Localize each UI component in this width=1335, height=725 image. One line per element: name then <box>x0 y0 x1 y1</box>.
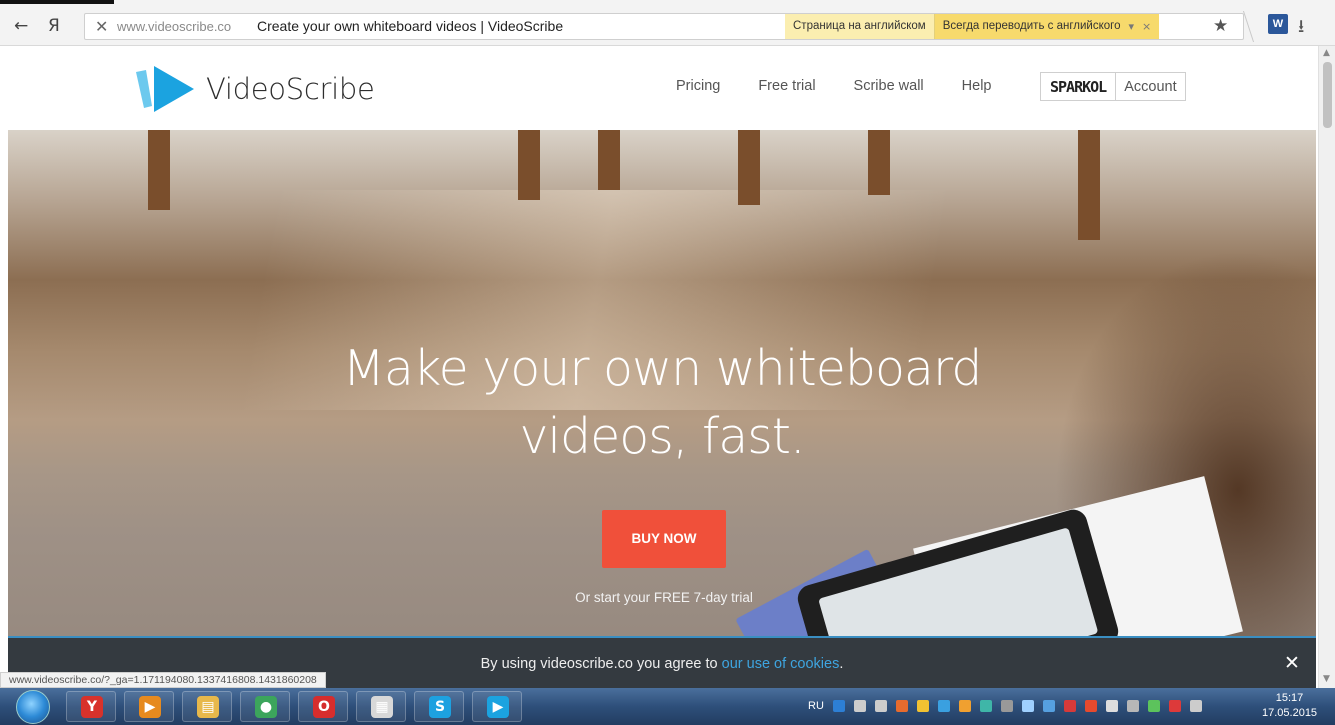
buy-now-button[interactable]: BUY NOW <box>602 510 726 568</box>
tray-icon[interactable] <box>1147 700 1160 712</box>
cookie-policy-link[interactable]: our use of cookies <box>722 656 840 672</box>
chair-leg <box>868 130 890 195</box>
tray-icon[interactable] <box>916 700 929 712</box>
translate-always-label: Всегда переводить с английского <box>942 20 1121 32</box>
page-scrollbar[interactable]: ▲ ▼ <box>1318 46 1335 688</box>
scroll-up-icon[interactable]: ▲ <box>1323 48 1330 58</box>
url-domain: www.videoscribe.co <box>117 19 232 34</box>
chair-leg <box>1078 130 1100 240</box>
sparkol-account-box: SPARKOL Account <box>1040 72 1186 101</box>
hero-headline-line-2: videos, fast. <box>519 408 805 465</box>
taskbar-app-file-explorer[interactable]: ▤ <box>182 691 232 722</box>
translate-page-language[interactable]: Страница на английском <box>785 14 935 39</box>
hero-headline: Make your own whiteboard videos, fast. <box>8 335 1316 471</box>
bookmark-star-icon[interactable]: ★ <box>1213 16 1228 36</box>
free-trial-link[interactable]: Or start your FREE 7-day trial <box>8 590 1316 605</box>
opera-icon: O <box>313 696 335 718</box>
chrome-icon: ● <box>255 696 277 718</box>
yandex-home-button[interactable]: Я <box>48 16 60 36</box>
tray-icon[interactable] <box>1084 700 1097 712</box>
tray-icon[interactable] <box>1168 700 1181 712</box>
nav-scribe-wall[interactable]: Scribe wall <box>854 78 924 94</box>
download-icon[interactable]: ⭳ <box>1298 14 1304 44</box>
address-bar-divider <box>1227 11 1255 42</box>
address-bar[interactable]: ✕ www.videoscribe.co Create your own whi… <box>84 11 1255 42</box>
main-nav: Pricing Free trial Scribe wall Help <box>676 78 1029 94</box>
page-title: Create your own whiteboard videos | Vide… <box>257 18 564 34</box>
taskbar-app-opera[interactable]: O <box>298 691 348 722</box>
sparkol-logo[interactable]: SPARKOL <box>1041 73 1117 100</box>
videoscribe-logo[interactable]: VideoScribe <box>136 66 375 112</box>
chair-leg <box>738 130 760 205</box>
nav-help[interactable]: Help <box>962 78 992 94</box>
account-link[interactable]: Account <box>1116 73 1184 100</box>
chair-leg <box>598 130 620 190</box>
app-grid-icon: ▦ <box>371 696 393 718</box>
language-indicator[interactable]: RU <box>808 700 824 712</box>
nav-free-trial[interactable]: Free trial <box>758 78 815 94</box>
taskbar-app-yandex-browser[interactable]: Y <box>66 691 116 722</box>
tray-icon[interactable] <box>1189 700 1202 712</box>
scroll-down-icon[interactable]: ▼ <box>1323 674 1330 684</box>
taskbar-app-app-grid[interactable]: ▦ <box>356 691 406 722</box>
cookie-close-icon[interactable]: ✕ <box>1284 652 1300 674</box>
cookie-message-suffix: . <box>839 656 844 672</box>
taskbar-app-media-player[interactable]: ▶ <box>124 691 174 722</box>
logo-text: VideoScribe <box>206 72 375 106</box>
chevron-down-icon[interactable]: ▾ <box>1128 20 1134 39</box>
taskbar-app-chrome[interactable]: ● <box>240 691 290 722</box>
cookie-message-prefix: By using videoscribe.co you agree to <box>480 656 722 672</box>
file-explorer-icon: ▤ <box>197 696 219 718</box>
tray-icon[interactable] <box>895 700 908 712</box>
start-button[interactable] <box>16 690 50 724</box>
chair-leg <box>148 130 170 210</box>
word-extension-icon[interactable]: W <box>1268 14 1288 34</box>
tray-icon[interactable] <box>1042 700 1055 712</box>
close-icon[interactable]: × <box>1142 20 1151 39</box>
tray-icon[interactable] <box>1021 700 1034 712</box>
chair-leg <box>518 130 540 200</box>
taskbar-app-videoscribe[interactable]: ▶ <box>472 691 522 722</box>
translate-always-button[interactable]: Всегда переводить с английского ▾ × <box>934 14 1160 39</box>
videoscribe-icon: ▶ <box>487 696 509 718</box>
back-button[interactable]: ← <box>14 16 28 36</box>
tray-icon[interactable] <box>832 700 845 712</box>
tablet-screen <box>818 527 1099 636</box>
scrollbar-thumb[interactable] <box>1323 62 1332 128</box>
system-tray: RU <box>808 700 1202 712</box>
clock-time: 15:17 <box>1275 692 1304 704</box>
videoscribe-logo-icon <box>136 66 194 112</box>
clock-date: 17.05.2015 <box>1262 707 1318 719</box>
hero-headline-line-1: Make your own whiteboard <box>342 340 983 397</box>
browser-toolbar: ← Я ✕ www.videoscribe.co Create your own… <box>0 0 1335 46</box>
media-player-icon: ▶ <box>139 696 161 718</box>
translate-bar: Страница на английском Всегда переводить… <box>785 14 1160 39</box>
skype-icon: S <box>429 696 451 718</box>
tray-icon[interactable] <box>874 700 887 712</box>
tray-icon[interactable] <box>1105 700 1118 712</box>
tray-icon[interactable] <box>1000 700 1013 712</box>
tray-icon[interactable] <box>937 700 950 712</box>
hero-banner: Make your own whiteboard videos, fast. B… <box>8 130 1316 636</box>
stop-loading-icon[interactable]: ✕ <box>95 17 108 36</box>
status-bar-url: www.videoscribe.co/?_ga=1.171194080.1337… <box>0 672 326 688</box>
taskbar-app-skype[interactable]: S <box>414 691 464 722</box>
cookie-message: By using videoscribe.co you agree to our… <box>8 656 1316 672</box>
tray-icon[interactable] <box>958 700 971 712</box>
tab-strip-edge <box>0 0 114 4</box>
system-clock[interactable]: 15:17 17.05.2015 <box>1262 691 1317 721</box>
tray-icon[interactable] <box>979 700 992 712</box>
yandex-browser-icon: Y <box>81 696 103 718</box>
site-header: VideoScribe Pricing Free trial Scribe wa… <box>0 46 1318 130</box>
tray-icon[interactable] <box>1126 700 1139 712</box>
tray-icons <box>832 700 1202 712</box>
nav-pricing[interactable]: Pricing <box>676 78 720 94</box>
windows-taskbar: Y ▶ ▤ ● O ▦ S ▶ RU 15:17 17.05.2015 <box>0 688 1335 725</box>
tray-icon[interactable] <box>1063 700 1076 712</box>
tray-icon[interactable] <box>853 700 866 712</box>
